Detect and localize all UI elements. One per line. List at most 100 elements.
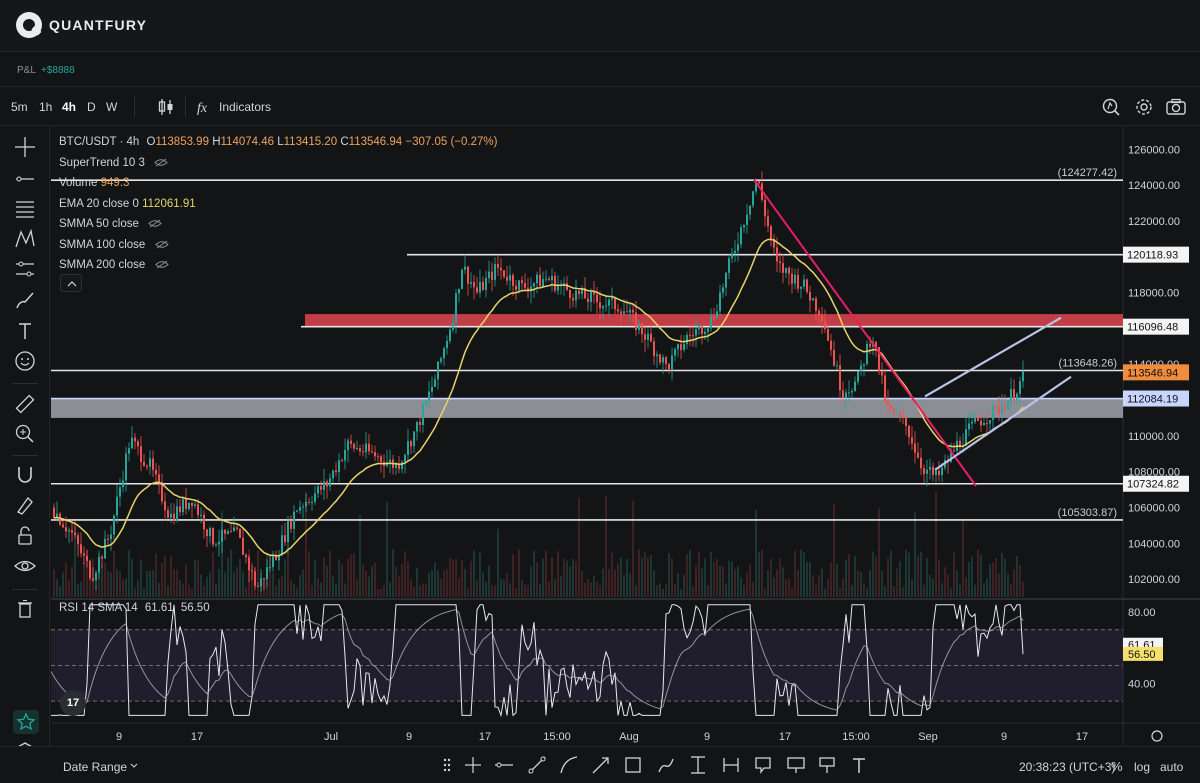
volume-bar (167, 585, 169, 597)
indicators-button[interactable]: Indicators (219, 100, 271, 114)
candle-body (440, 358, 442, 362)
timeframe-4h[interactable]: 4h (62, 100, 76, 114)
volume-bar (1004, 558, 1006, 597)
candle-body (326, 481, 328, 487)
candle-body (185, 499, 187, 509)
stay-in-drawing-icon[interactable] (13, 493, 37, 517)
ruler-icon[interactable] (13, 392, 37, 416)
timeframe-w[interactable]: W (106, 100, 117, 114)
legend-smma50[interactable]: SMMA 50 close (59, 215, 497, 236)
eye-icon[interactable] (13, 554, 37, 578)
timeframe-1h[interactable]: 1h (39, 100, 52, 114)
candle-body (353, 443, 355, 449)
timeframe-d[interactable]: D (87, 100, 96, 114)
volume-bar (170, 555, 172, 597)
candle-body (134, 437, 136, 442)
volume-bar (437, 570, 439, 597)
candle-body (98, 556, 100, 573)
hidden-eye-icon[interactable] (154, 158, 168, 167)
candle-body (542, 279, 544, 287)
settings-gear-icon[interactable] (1133, 96, 1155, 118)
candle-body (356, 448, 358, 450)
candle-body (227, 531, 229, 534)
chevron-down-icon[interactable] (130, 763, 138, 769)
candle-body (725, 272, 727, 288)
volume-bar (986, 578, 988, 597)
volume-bar (743, 585, 745, 597)
pattern-icon[interactable] (13, 227, 37, 251)
magnet-icon[interactable] (13, 463, 37, 487)
rectangle-icon[interactable] (622, 754, 644, 776)
trend-line-icon[interactable] (13, 167, 37, 191)
curve-icon[interactable] (558, 754, 580, 776)
camera-icon[interactable] (1165, 96, 1187, 118)
volume-bar (935, 492, 937, 597)
dots-grid-icon[interactable] (436, 754, 458, 776)
tradingview-logo[interactable]: 17 (60, 690, 86, 716)
volume-bar (440, 578, 442, 597)
volume-bar (1010, 583, 1012, 597)
horizontal-line-icon[interactable] (493, 754, 515, 776)
star-icon (16, 712, 36, 731)
quick-search-icon[interactable] (1100, 96, 1122, 118)
volume-bar (917, 555, 919, 597)
clock-display[interactable]: 20:38:23 (UTC+3) (1019, 760, 1115, 774)
volume-bar (68, 579, 70, 597)
candle-body (422, 403, 424, 425)
rsi-legend[interactable]: RSI 14 SMA 14 61.61 56.50 (59, 602, 210, 614)
brush-icon[interactable] (655, 754, 677, 776)
flag-icon[interactable] (816, 754, 838, 776)
brush-icon[interactable] (13, 288, 37, 312)
note-icon[interactable] (752, 754, 774, 776)
volume-bar (977, 549, 979, 597)
legend-ema[interactable]: EMA 20 close 0 112061.91 (59, 195, 497, 216)
volume-bar (569, 566, 571, 597)
volume-bar (473, 550, 475, 597)
candle-body (191, 502, 193, 506)
legend-smma200[interactable]: SMMA 200 close (59, 256, 497, 277)
volume-bar (857, 570, 859, 597)
volume-bar (686, 554, 688, 597)
text-tool-icon[interactable] (848, 754, 870, 776)
candle-body (980, 420, 982, 426)
symbol-label[interactable]: BTC/USDT · 4h (59, 136, 139, 148)
candles-icon[interactable] (155, 96, 177, 118)
arrow-line-icon[interactable] (590, 754, 612, 776)
crosshair-icon[interactable] (13, 135, 37, 159)
hidden-eye-icon[interactable] (154, 260, 169, 269)
legend-smma100[interactable]: SMMA 100 close (59, 236, 497, 257)
crosshair-icon[interactable] (462, 754, 484, 776)
candle-body (362, 451, 364, 453)
fx-icon[interactable]: fx (194, 96, 216, 118)
text-tool-icon[interactable] (13, 319, 37, 343)
date-range-button[interactable]: Date Range (63, 760, 127, 774)
volume-bar (839, 587, 841, 597)
price-range-icon[interactable] (687, 754, 709, 776)
time-axis-label: 9 (406, 731, 412, 743)
percent-scale-button[interactable]: % (1111, 759, 1123, 774)
candle-body (377, 456, 379, 458)
volume-bar (677, 573, 679, 597)
callout-icon[interactable] (785, 754, 807, 776)
timeframe-5m[interactable]: 5m (11, 100, 28, 114)
projection-icon[interactable] (13, 257, 37, 281)
trash-icon[interactable] (13, 597, 37, 621)
hidden-eye-icon[interactable] (148, 219, 162, 228)
volume-bar (905, 549, 907, 597)
candle-body (740, 227, 742, 245)
legend-supertrend[interactable]: SuperTrend 10 3 (59, 154, 497, 175)
emoji-icon[interactable] (13, 349, 37, 373)
trend-line-icon[interactable] (526, 754, 548, 776)
legend-volume[interactable]: Volume 949.3 (59, 174, 497, 195)
hidden-eye-icon[interactable] (154, 240, 169, 249)
legend-collapse-button[interactable] (60, 274, 82, 292)
candle-body (566, 283, 568, 290)
date-range-icon[interactable] (720, 754, 742, 776)
fib-retracement-icon[interactable] (13, 197, 37, 221)
candle-body (350, 440, 352, 444)
watchlist-star-button[interactable] (13, 710, 39, 734)
log-scale-button[interactable]: log (1134, 760, 1150, 774)
auto-scale-button[interactable]: auto (1160, 760, 1183, 774)
lock-icon[interactable] (13, 524, 37, 548)
zoom-in-icon[interactable] (13, 422, 37, 446)
